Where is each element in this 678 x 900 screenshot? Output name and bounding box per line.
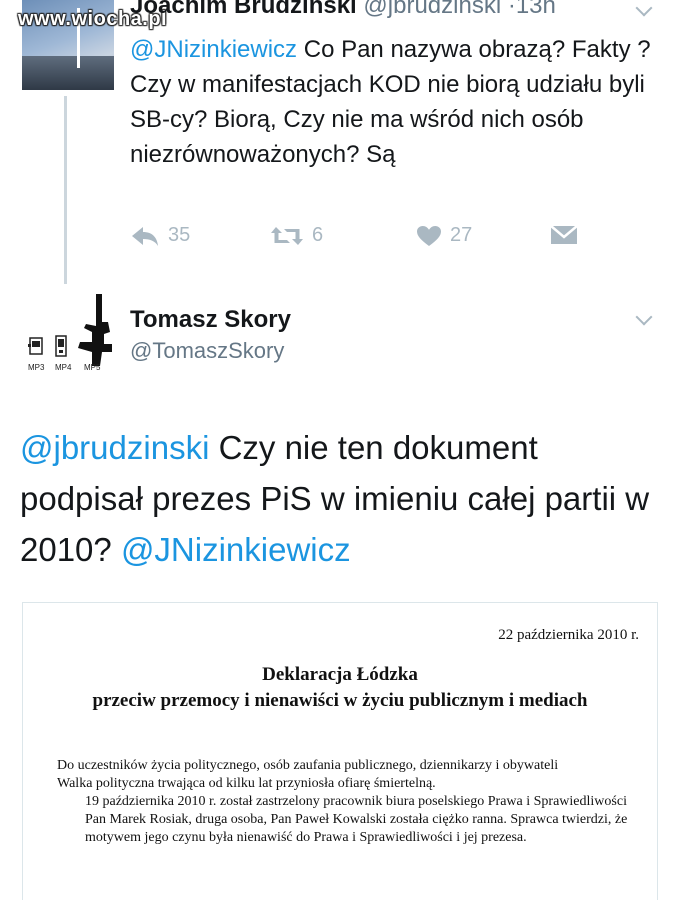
heart-icon — [417, 225, 441, 246]
author-handle[interactable]: @TomaszSkory — [130, 338, 284, 364]
avatar-label-mp3: MP3 — [28, 363, 45, 372]
document-paragraph: Do uczestników życia politycznego, osób … — [57, 758, 559, 773]
tweet-text: @jbrudzinski Czy nie ten dokument podpis… — [20, 422, 660, 575]
document-title: Deklaracja Łódzka — [262, 664, 418, 685]
avatar-background — [22, 56, 114, 90]
mention-link[interactable]: @JNizinkiewicz — [121, 531, 351, 568]
document-paragraph: Walka polityczna trwająca od kilku lat p… — [57, 776, 436, 791]
document-subtitle: przeciw przemocy i nienawiści w życiu pu… — [92, 690, 588, 711]
author-handle[interactable]: @jbrudzinski — [363, 0, 501, 19]
chevron-down-icon[interactable] — [635, 0, 653, 17]
document-date: 22 października 2010 r. — [498, 627, 639, 643]
envelope-icon — [550, 225, 578, 244]
timestamp-value: 13h — [515, 0, 556, 19]
thread-line — [64, 96, 67, 284]
retweet-icon — [271, 226, 303, 245]
like-count: 27 — [450, 224, 473, 246]
author-name[interactable]: Tomasz Skory — [130, 306, 291, 334]
attached-image[interactable]: 22 października 2010 r. Deklaracja Łódzk… — [22, 602, 658, 900]
avatar[interactable]: MP3 MP4 MP5 — [22, 292, 118, 376]
avatar-label-mp5: MP5 — [84, 363, 101, 372]
direct-message-button[interactable] — [550, 224, 578, 246]
document-paragraph: 19 października 2010 r. został zastrzelo… — [85, 794, 628, 845]
timestamp[interactable]: ·13h — [508, 0, 556, 19]
reply-count: 35 — [168, 224, 191, 246]
tweet-text: @JNizinkiewicz Co Pan nazywa obrazą? Fak… — [130, 32, 660, 172]
like-button[interactable]: 27 — [416, 224, 472, 247]
reply-button[interactable]: 35 — [130, 224, 190, 247]
reply-icon — [132, 226, 158, 246]
retweet-button[interactable]: 6 — [270, 224, 323, 247]
author-name[interactable]: Joachim Brudziński — [130, 0, 357, 19]
avatar-image: MP3 MP4 MP5 — [28, 294, 112, 372]
mention-link[interactable]: @jbrudzinski — [20, 429, 209, 466]
retweet-count: 6 — [312, 224, 324, 246]
chevron-down-icon[interactable] — [635, 308, 653, 326]
avatar-label-mp4: MP4 — [55, 363, 72, 372]
tweet-header: Joachim Brudziński @jbrudzinski ·13h — [130, 0, 556, 20]
document-body: Do uczestników życia politycznego, osób … — [57, 757, 637, 847]
tweet-actions: 35 6 27 — [130, 224, 590, 252]
mention-link[interactable]: @JNizinkiewicz — [130, 36, 297, 63]
